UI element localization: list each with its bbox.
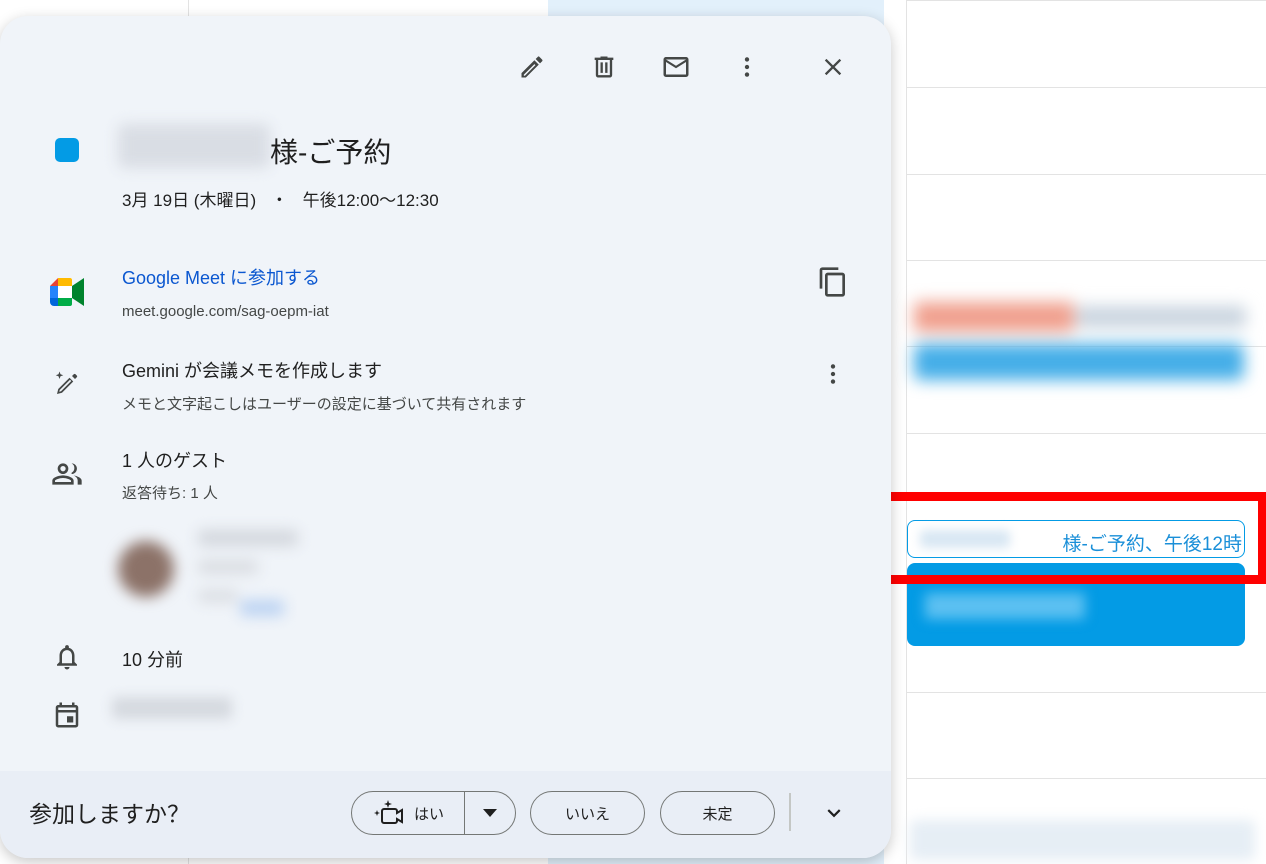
rsvp-yes-dropdown[interactable] [465, 792, 515, 834]
email-guests-button[interactable] [656, 47, 696, 87]
blurred-event[interactable] [910, 820, 1255, 860]
edit-button[interactable] [512, 47, 552, 87]
grid-line [906, 0, 1266, 1]
gemini-pen-icon [47, 364, 87, 404]
grid-line [906, 778, 1266, 779]
blurred-calendar-name [112, 697, 232, 719]
grid-line [906, 174, 1266, 175]
video-sparkle-icon [373, 800, 403, 824]
google-meet-icon [47, 272, 87, 312]
more-vert-icon [744, 57, 750, 77]
guests-response-status: 返答待ち: 1 人 [122, 485, 218, 502]
rsvp-yes-group: はい [351, 791, 516, 835]
grid-line [906, 260, 1266, 261]
pencil-icon [521, 56, 543, 78]
event-time: 午後12:00～12:30 [302, 191, 439, 210]
reminder-time: 10 分前 [122, 650, 184, 670]
rsvp-footer: 参加しますか？ はい いいえ 未定 [0, 771, 891, 858]
rsvp-no-button[interactable]: いいえ [530, 791, 645, 835]
grid-line [906, 692, 1266, 693]
grid-line [906, 87, 1266, 88]
caret-down-icon [483, 809, 497, 817]
rsvp-question: 参加しますか？ [29, 801, 190, 827]
guests-count: 1 人のゲスト [122, 451, 228, 471]
blurred-event[interactable] [906, 290, 1261, 388]
gemini-more-options-button[interactable] [813, 354, 853, 394]
rsvp-maybe-button[interactable]: 未定 [660, 791, 775, 835]
avatar [118, 541, 174, 597]
people-icon [47, 454, 87, 494]
calendar-icon [47, 695, 87, 735]
event-detail-dialog: 様-ご予約 3月 19日 (木曜日) ・ 午後12:00～12:30 Googl… [0, 16, 891, 858]
rsvp-yes-label: はい [413, 805, 444, 823]
chevron-down-icon [827, 809, 841, 818]
gemini-notes-subtitle: メモと文字起こしはユーザーの設定に基づいて共有されます [122, 396, 527, 413]
mail-icon [663, 57, 689, 77]
close-button[interactable] [813, 47, 853, 87]
copy-icon [819, 267, 845, 297]
event-color-indicator [55, 138, 79, 162]
date-separator: ・ [270, 191, 288, 210]
more-vert-icon [830, 364, 836, 384]
grid-line [906, 433, 1266, 434]
divider [789, 793, 791, 831]
event-date: 3月 19日 (木曜日) [122, 191, 257, 210]
bell-icon [47, 637, 87, 677]
close-icon [824, 58, 842, 76]
trash-icon [594, 56, 614, 78]
highlight-annotation-box [881, 492, 1266, 584]
join-google-meet-link[interactable]: Google Meet に参加する [122, 264, 320, 290]
event-title: 様-ご予約 [270, 137, 392, 168]
gemini-notes-title: Gemini が会議メモを作成します [122, 361, 383, 381]
copy-meet-link-button[interactable] [813, 262, 853, 302]
delete-button[interactable] [584, 47, 624, 87]
grid-line [906, 0, 907, 864]
rsvp-yes-button[interactable]: はい [352, 792, 464, 834]
event-date-time: 3月 19日 (木曜日) ・ 午後12:00～12:30 [122, 186, 439, 211]
meet-url: meet.google.com/sag-oepm-iat [122, 303, 329, 320]
more-options-button[interactable] [727, 47, 767, 87]
expand-rsvp-options-button[interactable] [814, 793, 854, 833]
blurred-customer-name [118, 124, 270, 168]
guest-list-item[interactable] [110, 516, 305, 626]
